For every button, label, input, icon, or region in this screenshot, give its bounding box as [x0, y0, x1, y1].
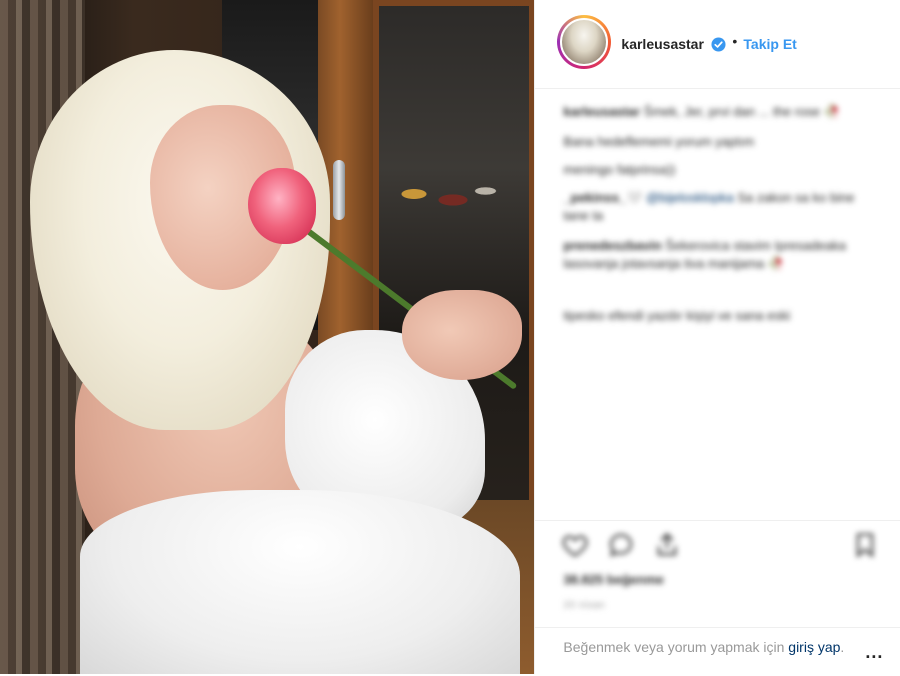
door-handle — [333, 160, 345, 220]
login-prefix: Beğenmek veya yorum yapmak için — [563, 639, 789, 655]
username-link[interactable]: karleusastar — [621, 36, 704, 52]
comment-text: tipesko efendi yazdır kişiyi ve sana esk… — [563, 308, 791, 323]
login-text: Beğenmek veya yorum yapmak için giriş ya… — [563, 637, 863, 657]
heart-icon[interactable] — [561, 531, 589, 559]
comment-item: Bana hedeflememi yorum yaptım — [563, 133, 873, 151]
share-icon[interactable] — [653, 531, 681, 559]
comment-user[interactable]: _pekinss_🤍 — [563, 190, 642, 205]
comment-item: meningo fatprinsa)) — [563, 161, 873, 179]
login-prompt: Beğenmek veya yorum yapmak için giriş ya… — [535, 627, 900, 676]
post-side-panel: karleusastar • Takip Et karleusastar Šme… — [534, 0, 900, 674]
follow-button[interactable]: Takip Et — [743, 36, 796, 52]
comment-item: prenedeszbavin Šekerovica stavim Ipresad… — [563, 237, 873, 273]
comment-text: Šmek, Jer, prvi dan ... the rose 🥀 — [643, 104, 840, 119]
comment-mention[interactable]: @bijelosklopka — [646, 190, 734, 205]
comments-list[interactable]: karleusastar Šmek, Jer, prvi dan ... the… — [535, 89, 900, 519]
comment-user[interactable]: prenedeszbavin — [563, 238, 661, 253]
bookmark-icon[interactable] — [851, 531, 879, 559]
hand — [402, 290, 522, 380]
instagram-post: karleusastar • Takip Et karleusastar Šme… — [0, 0, 900, 674]
post-photo[interactable] — [0, 0, 535, 674]
post-date: 20 nisan — [563, 600, 606, 611]
comment-item: tipesko efendi yazdır kişiyi ve sana esk… — [563, 307, 873, 325]
pink-rose — [248, 168, 316, 244]
likes-count[interactable]: 38.825 beğenme — [563, 571, 663, 589]
comment-text: meningo fatprinsa)) — [563, 162, 676, 177]
more-options-icon[interactable]: ... — [865, 642, 883, 663]
post-actions: 38.825 beğenme 20 nisan Beğenmek veya yo… — [535, 520, 900, 675]
login-link[interactable]: giriş yap — [788, 639, 840, 655]
separator-dot: • — [732, 33, 738, 49]
comment-icon[interactable] — [607, 531, 635, 559]
white-robe — [80, 490, 520, 674]
verified-badge-icon — [711, 37, 726, 52]
comment-item: _pekinss_🤍 @bijelosklopka Sa zakon sa ko… — [563, 189, 873, 225]
comment-user[interactable]: karleusastar — [563, 104, 640, 119]
post-header: karleusastar • Takip Et — [535, 0, 900, 89]
login-suffix: . — [840, 639, 845, 655]
comment-item: karleusastar Šmek, Jer, prvi dan ... the… — [563, 103, 873, 121]
comment-text: Bana hedeflememi yorum yaptım — [563, 134, 755, 149]
